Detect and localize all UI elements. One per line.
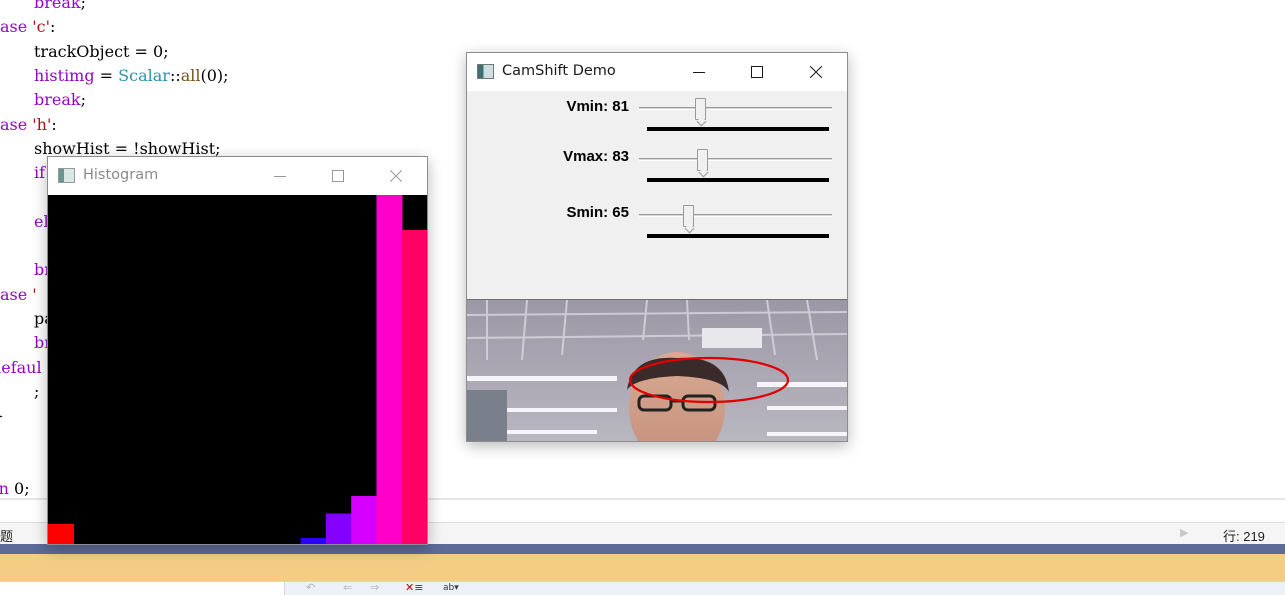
histogram-titlebar[interactable]: Histogram — [48, 157, 427, 195]
forward-icon[interactable]: ⇒ — [370, 582, 379, 594]
maximize-icon — [751, 66, 763, 78]
histogram-bar — [401, 230, 427, 544]
code-token: 'h' — [32, 114, 52, 134]
smin-slider-track[interactable] — [639, 214, 832, 217]
code-token: rn — [0, 479, 9, 498]
output-panel-header — [0, 554, 1285, 581]
code-token: defaul — [0, 357, 42, 377]
minimize-button[interactable] — [251, 157, 309, 195]
code-token: ; — [34, 381, 40, 401]
minimize-button[interactable] — [670, 53, 728, 91]
code-token: case — [0, 284, 28, 304]
code-token: (0); — [200, 65, 229, 85]
minimize-icon — [693, 72, 705, 73]
code-line[interactable]: if — [34, 161, 45, 185]
trackbar-panel: Vmin: 81 Vmax: 83 Smin: 65 — [467, 92, 847, 299]
window-app-icon — [58, 168, 75, 183]
vmin-value-bar — [647, 127, 829, 131]
code-token: } — [0, 406, 4, 425]
code-line[interactable]: trackObject = 0; — [34, 40, 169, 64]
smin-label: Smin: 65 — [566, 204, 629, 221]
undo-icon[interactable]: ↶ — [306, 582, 315, 594]
smin-value-bar — [647, 234, 829, 238]
code-token: Scalar — [118, 65, 170, 85]
code-token: break — [34, 90, 81, 110]
code-token: case — [0, 17, 28, 37]
desktop-screen: break;case 'c':trackObject = 0;histimg =… — [0, 0, 1285, 595]
code-token: ; — [80, 90, 86, 110]
camera-feed[interactable] — [467, 299, 847, 441]
code-token: case — [0, 114, 28, 134]
close-icon — [810, 66, 822, 78]
output-filter-input[interactable] — [0, 582, 285, 595]
histogram-bar — [300, 538, 327, 544]
code-line[interactable]: case 'h': — [0, 113, 57, 137]
code-line[interactable]: break; — [34, 88, 86, 112]
code-token: ' — [32, 284, 37, 304]
vmin-slider-thumb[interactable] — [695, 98, 707, 120]
code-line[interactable]: } — [0, 404, 4, 428]
close-button[interactable] — [787, 53, 845, 91]
panel-splitter[interactable] — [0, 544, 1285, 554]
code-token: 'c' — [32, 17, 51, 37]
code-line[interactable]: histimg = Scalar::all(0); — [34, 64, 229, 88]
line-number-indicator[interactable]: 行: 219 — [1223, 526, 1265, 545]
code-token: showHist = !showHist; — [34, 138, 221, 158]
histogram-bar — [351, 496, 378, 544]
scroll-right-icon[interactable]: ▶ — [1180, 526, 1188, 539]
histogram-title: Histogram — [83, 167, 159, 183]
camera-frame — [467, 300, 847, 441]
histogram-window[interactable]: Histogram — [47, 156, 428, 545]
code-token: break — [34, 0, 81, 12]
code-line[interactable]: case 'c': — [0, 15, 55, 39]
minimize-icon — [274, 176, 286, 177]
camshift-titlebar[interactable]: CamShift Demo — [467, 53, 847, 91]
vmax-slider-thumb[interactable] — [696, 149, 708, 171]
histogram-chart — [48, 195, 427, 544]
code-token: all — [180, 65, 201, 85]
histogram-bar — [325, 513, 352, 544]
window-app-icon — [477, 64, 494, 79]
maximize-button[interactable] — [309, 157, 367, 195]
back-icon[interactable]: ⇐ — [343, 582, 352, 594]
code-token: ; — [80, 0, 86, 12]
histogram-canvas — [48, 195, 427, 544]
code-token: :: — [169, 65, 181, 85]
code-line[interactable]: break; — [34, 0, 86, 15]
code-line[interactable]: defaul — [0, 356, 42, 380]
vmin-label: Vmin: 81 — [566, 98, 629, 115]
code-token: : — [50, 17, 56, 37]
code-line[interactable]: ; — [34, 380, 39, 404]
smin-slider-thumb[interactable] — [683, 205, 694, 227]
code-token: if — [34, 163, 46, 183]
code-token: histimg — [34, 65, 95, 85]
vmax-label: Vmax: 83 — [563, 148, 629, 165]
code-token: = — [94, 65, 119, 85]
close-button[interactable] — [367, 157, 425, 195]
close-icon — [390, 170, 402, 182]
clear-all-icon[interactable]: ✕≡ — [405, 582, 423, 594]
vmin-slider-track[interactable] — [639, 107, 832, 110]
code-token: 0; — [8, 479, 30, 498]
maximize-button[interactable] — [728, 53, 786, 91]
status-left-text: 题 — [0, 529, 14, 544]
output-toolbar: ↶ ⇐ ⇒ ✕≡ ab▾ — [0, 581, 1285, 595]
code-line[interactable]: rn 0; — [0, 477, 30, 500]
word-wrap-icon[interactable]: ab▾ — [443, 582, 459, 594]
camshift-title: CamShift Demo — [502, 63, 616, 79]
histogram-bar — [48, 524, 74, 544]
vmax-slider-track[interactable] — [639, 158, 832, 161]
code-token: : — [51, 114, 57, 134]
ceiling-fixture — [702, 328, 762, 348]
maximize-icon — [332, 170, 344, 182]
code-line[interactable]: case ' — [0, 283, 37, 307]
vmax-value-bar — [647, 178, 829, 182]
code-token: trackObject = 0; — [34, 41, 169, 61]
camshift-window[interactable]: CamShift Demo Vmin: 81 Vmax: 83 Smin: 65 — [466, 52, 848, 442]
histogram-bar — [376, 195, 403, 544]
left-column — [467, 390, 507, 441]
